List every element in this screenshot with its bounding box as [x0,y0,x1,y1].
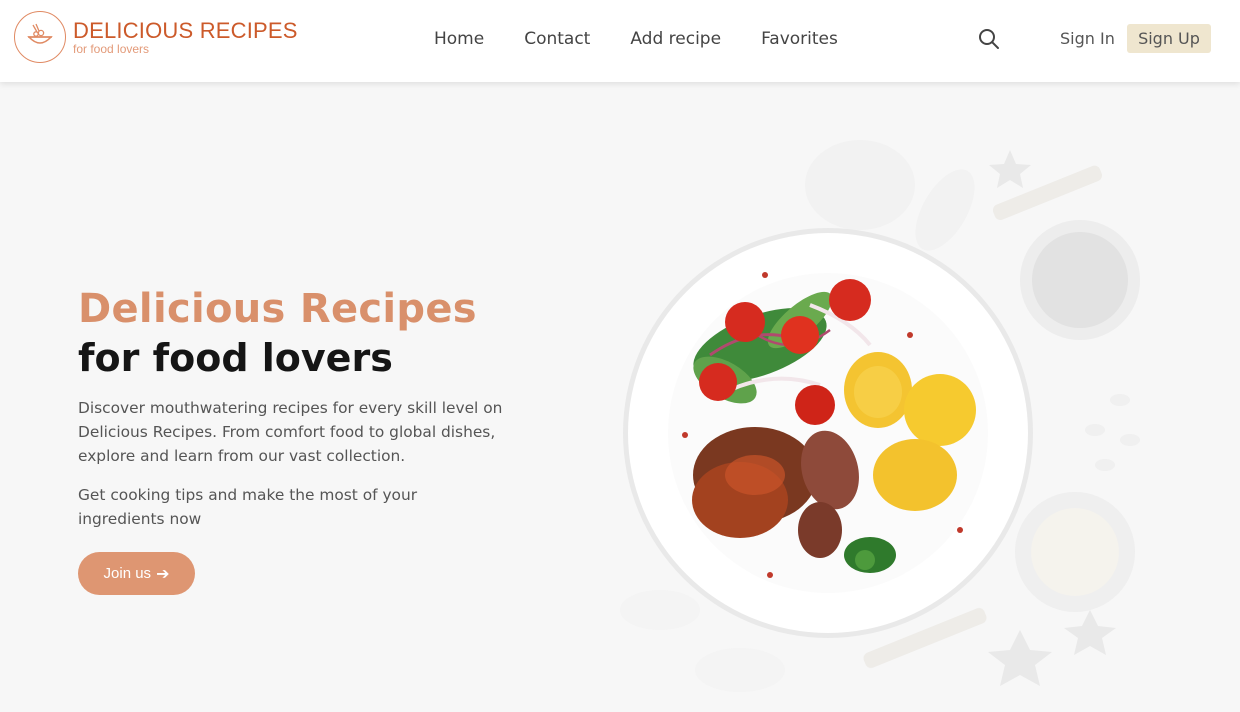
brand-subtitle: for food lovers [73,41,150,56]
sign-in-link[interactable]: Sign In [1060,29,1115,48]
join-us-label: Join us [103,565,152,582]
brand-title: DELICIOUS RECIPES [73,17,298,43]
hero-subtitle: for food lovers [78,336,393,380]
nav-favorites[interactable]: Favorites [761,29,838,49]
join-us-button[interactable]: Join us ➔ [78,552,195,595]
nav-home[interactable]: Home [434,29,484,49]
search-icon[interactable] [977,27,1001,51]
nav-add-recipe[interactable]: Add recipe [630,29,721,49]
arrow-right-icon: ➔ [156,565,170,583]
food-plate-image [620,140,1140,692]
logo[interactable]: DELICIOUS RECIPES for food lovers [14,11,298,63]
main-nav: Home Contact Add recipe Favorites [434,29,878,49]
hero-title: Delicious Recipes [78,286,477,332]
hero-description: Discover mouthwatering recipes for every… [78,399,503,465]
bowl-icon [14,11,66,63]
nav-contact[interactable]: Contact [524,29,590,49]
sign-up-button[interactable]: Sign Up [1127,24,1211,53]
hero-tagline: Get cooking tips and make the most of yo… [78,486,418,528]
site-header: DELICIOUS RECIPES for food lovers Home C… [0,0,1240,82]
